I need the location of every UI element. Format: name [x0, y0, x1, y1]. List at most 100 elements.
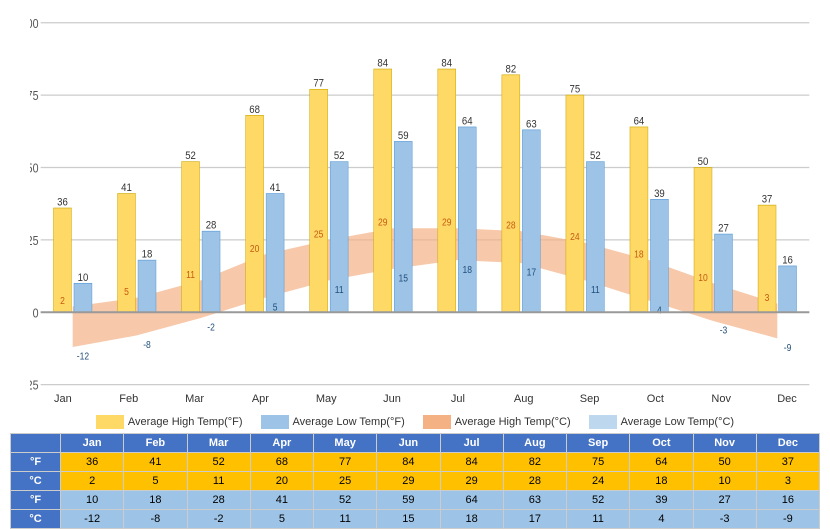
table-header-mar: Mar [187, 434, 250, 453]
table-cell-0-6: 84 [440, 453, 503, 472]
svg-text:18: 18 [634, 249, 643, 260]
legend-item-2: Average High Temp(°C) [423, 415, 571, 429]
legend-color-2 [423, 415, 451, 429]
svg-text:50: 50 [698, 155, 709, 168]
chart-container: -250255075100364152687784848275645037101… [0, 0, 830, 529]
table-cell-2-2: 28 [187, 491, 250, 510]
table-cell-3-3: 5 [250, 510, 313, 529]
table-header-jan: Jan [61, 434, 124, 453]
legend-label-1: Average Low Temp(°F) [293, 416, 405, 428]
svg-text:-8: -8 [143, 339, 151, 350]
table-cell-3-4: 11 [314, 510, 377, 529]
chart-svg: -250255075100364152687784848275645037101… [30, 10, 820, 391]
svg-text:-9: -9 [784, 342, 792, 353]
svg-text:28: 28 [206, 219, 217, 232]
table-cell-2-11: 16 [756, 491, 819, 510]
svg-text:11: 11 [591, 284, 600, 295]
table-cell-2-5: 59 [377, 491, 440, 510]
table-cell-3-7: 17 [503, 510, 566, 529]
svg-text:28: 28 [506, 220, 515, 231]
table-row-0: °F364152687784848275645037 [11, 453, 820, 472]
table-cell-0-8: 75 [567, 453, 630, 472]
table-cell-0-4: 77 [314, 453, 377, 472]
svg-text:10: 10 [78, 271, 89, 284]
table-cell-2-4: 52 [314, 491, 377, 510]
table-cell-2-9: 39 [630, 491, 693, 510]
svg-text:5: 5 [124, 287, 129, 298]
svg-text:41: 41 [121, 181, 132, 194]
x-label-may: May [299, 393, 354, 405]
table-row-label-1: °C [11, 472, 61, 491]
table-cell-1-9: 18 [630, 472, 693, 491]
table-row-2: °F101828415259646352392716 [11, 491, 820, 510]
table-cell-1-2: 11 [187, 472, 250, 491]
x-label-aug: Aug [496, 393, 551, 405]
x-label-oct: Oct [628, 393, 683, 405]
svg-text:39: 39 [654, 187, 665, 200]
table-cell-3-0: -12 [61, 510, 124, 529]
svg-text:50: 50 [30, 162, 39, 176]
x-axis-labels: JanFebMarAprMayJunJulAugSepOctNovDec [30, 391, 820, 409]
table-cell-0-10: 50 [693, 453, 756, 472]
table-cell-3-6: 18 [440, 510, 503, 529]
table-cell-1-0: 2 [61, 472, 124, 491]
svg-text:11: 11 [335, 284, 344, 295]
svg-text:10: 10 [698, 272, 707, 283]
y-axis-label [10, 10, 28, 409]
svg-text:59: 59 [398, 129, 409, 142]
x-label-jul: Jul [430, 393, 485, 405]
svg-text:25: 25 [314, 229, 323, 240]
svg-text:25: 25 [30, 234, 39, 248]
table-cell-0-9: 64 [630, 453, 693, 472]
svg-text:18: 18 [142, 248, 153, 261]
table-cell-3-5: 15 [377, 510, 440, 529]
table-cell-1-11: 3 [756, 472, 819, 491]
table-cell-3-10: -3 [693, 510, 756, 529]
table-cell-0-0: 36 [61, 453, 124, 472]
svg-text:52: 52 [590, 149, 601, 162]
svg-text:75: 75 [570, 83, 581, 96]
svg-text:5: 5 [273, 302, 278, 313]
table-header-aug: Aug [503, 434, 566, 453]
table-cell-2-6: 64 [440, 491, 503, 510]
legend-item-0: Average High Temp(°F) [96, 415, 243, 429]
table-cell-2-8: 52 [567, 491, 630, 510]
legend-label-3: Average Low Temp(°C) [621, 416, 734, 428]
svg-text:-3: -3 [720, 325, 728, 336]
legend-item-1: Average Low Temp(°F) [261, 415, 405, 429]
table-cell-0-11: 37 [756, 453, 819, 472]
svg-text:64: 64 [462, 115, 473, 128]
svg-text:29: 29 [378, 217, 387, 228]
x-label-feb: Feb [101, 393, 156, 405]
svg-text:75: 75 [30, 89, 39, 103]
svg-text:16: 16 [782, 254, 793, 267]
legend: Average High Temp(°F) Average Low Temp(°F… [10, 409, 820, 433]
legend-color-0 [96, 415, 124, 429]
svg-text:52: 52 [334, 149, 345, 162]
legend-color-3 [589, 415, 617, 429]
svg-text:41: 41 [270, 181, 281, 194]
table-header-feb: Feb [124, 434, 187, 453]
data-table: JanFebMarAprMayJunJulAugSepOctNovDec°F36… [10, 433, 820, 529]
table-header-apr: Apr [250, 434, 313, 453]
table-cell-1-6: 29 [440, 472, 503, 491]
svg-text:63: 63 [526, 118, 537, 131]
table-cell-2-0: 10 [61, 491, 124, 510]
svg-text:37: 37 [762, 193, 773, 206]
table-cell-1-5: 29 [377, 472, 440, 491]
table-row-3: °C-12-8-2511151817114-3-9 [11, 510, 820, 529]
x-label-apr: Apr [233, 393, 288, 405]
table-header-dec: Dec [756, 434, 819, 453]
table-cell-0-1: 41 [124, 453, 187, 472]
x-label-jun: Jun [365, 393, 420, 405]
svg-text:-25: -25 [30, 379, 39, 391]
svg-text:84: 84 [377, 57, 388, 70]
svg-text:82: 82 [505, 63, 516, 76]
table-header-jul: Jul [440, 434, 503, 453]
svg-text:2: 2 [60, 295, 65, 306]
chart-area: -250255075100364152687784848275645037101… [10, 10, 820, 409]
svg-text:84: 84 [441, 57, 452, 70]
table-header-oct: Oct [630, 434, 693, 453]
svg-text:68: 68 [249, 103, 260, 116]
table-cell-0-3: 68 [250, 453, 313, 472]
